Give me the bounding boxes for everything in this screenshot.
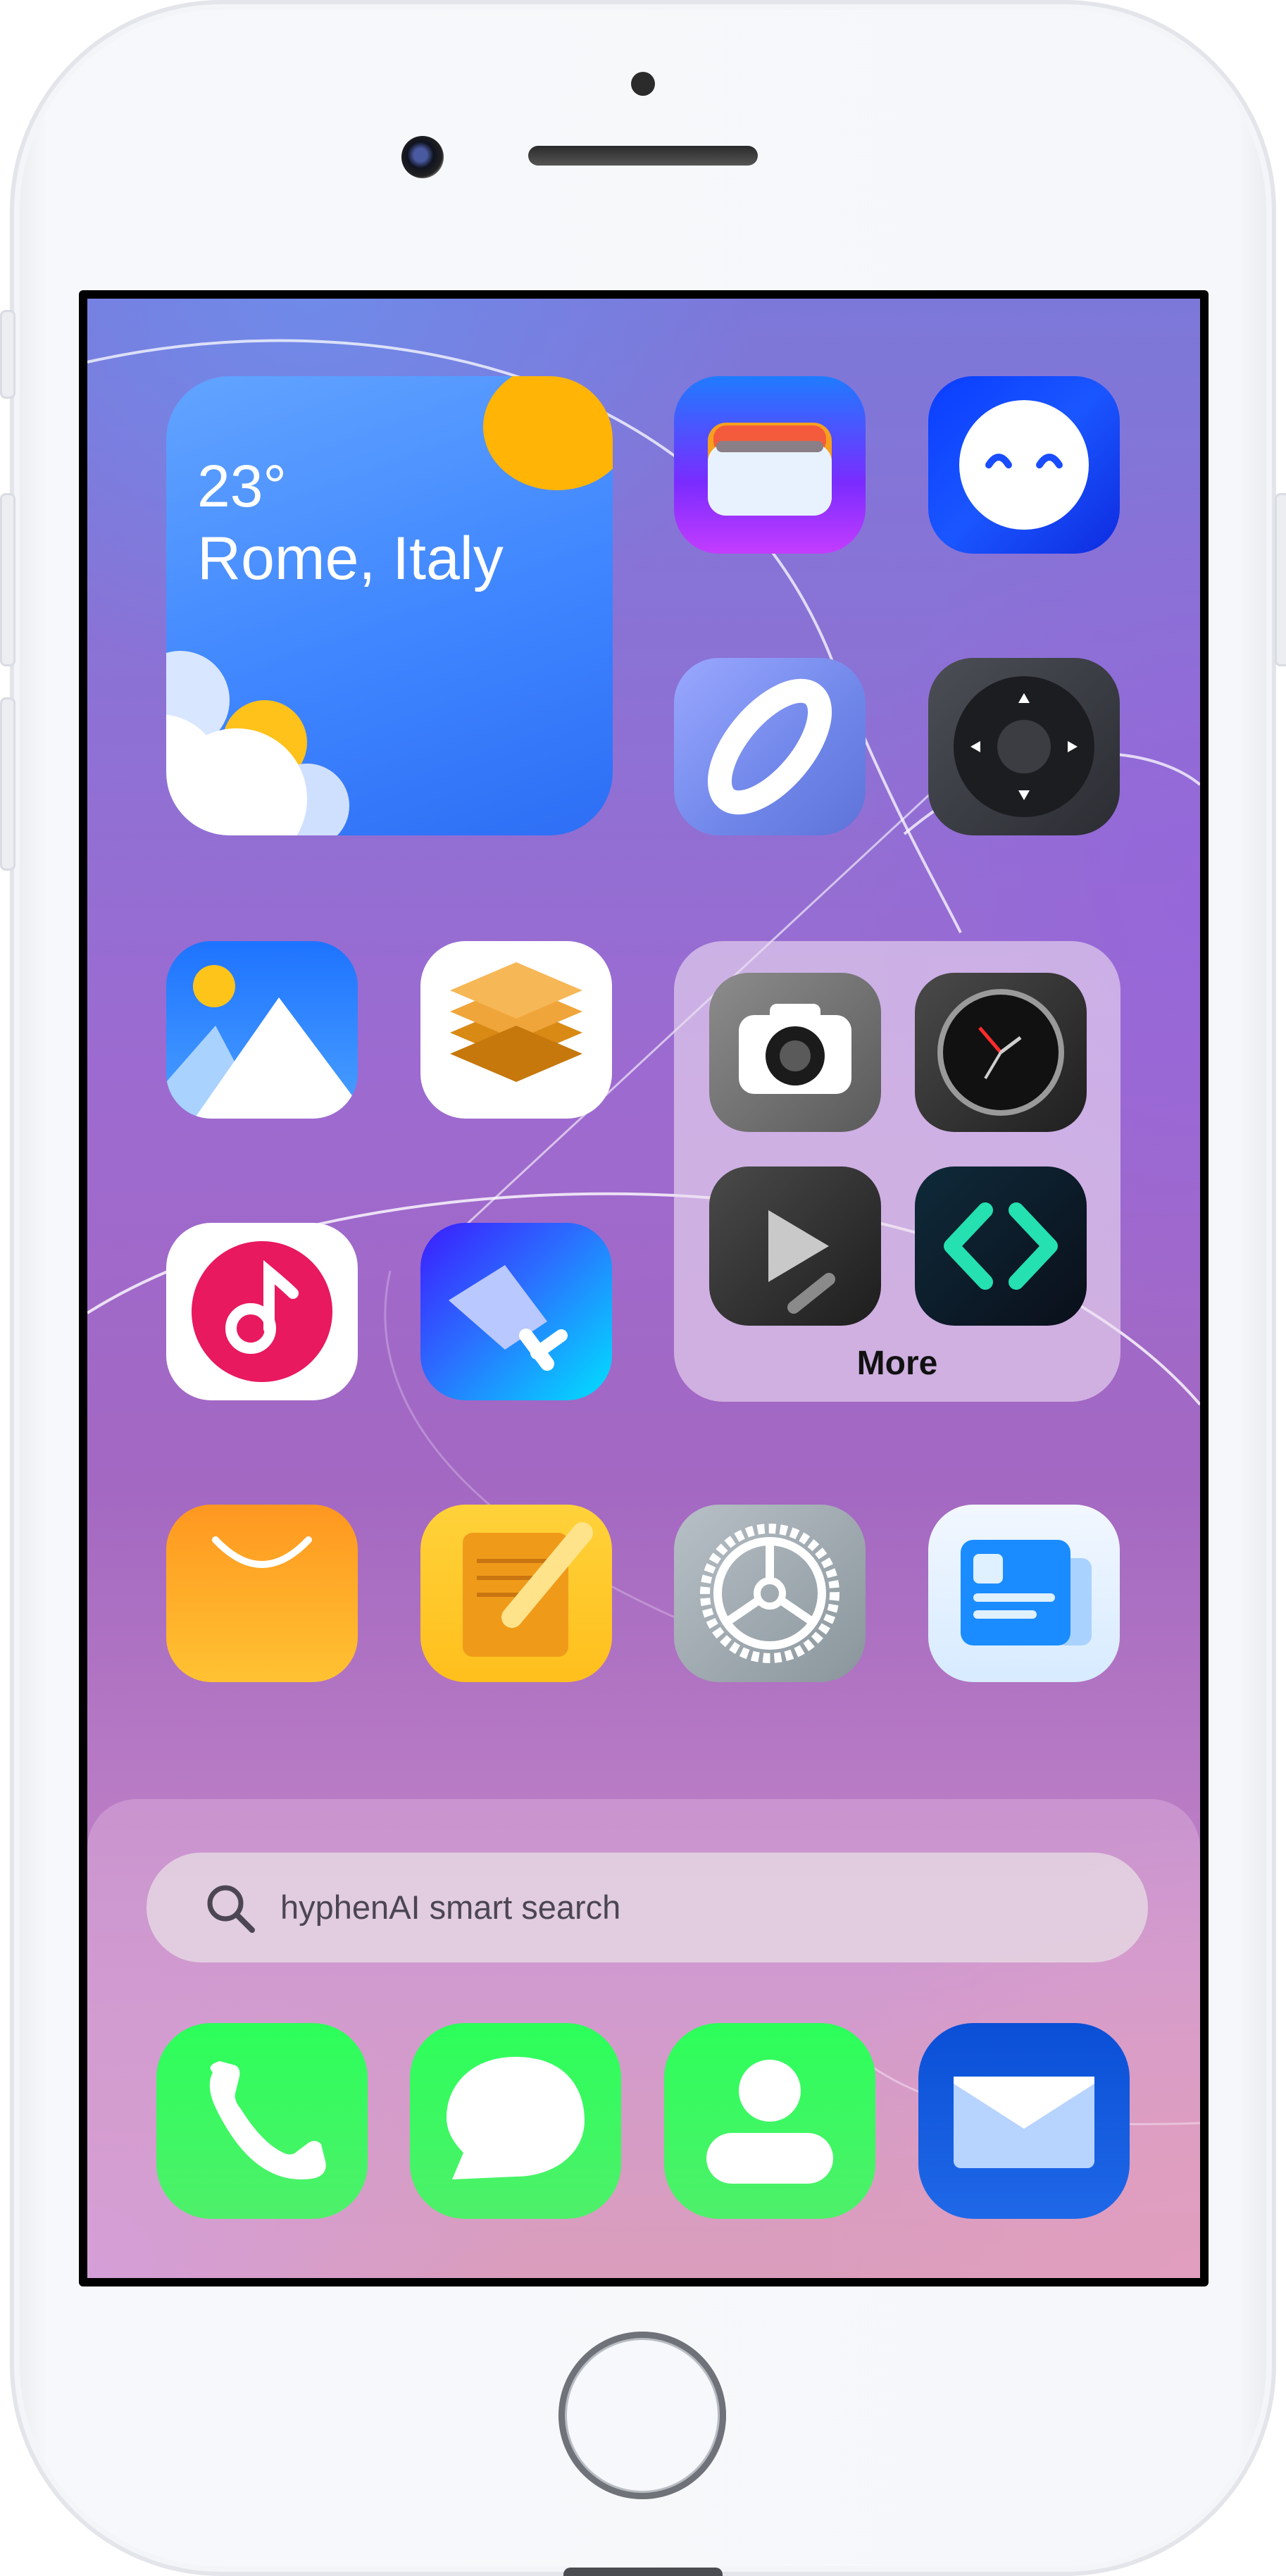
code-icon [944,1202,1058,1290]
remote-app[interactable] [928,658,1120,835]
store-icon [212,1536,312,1568]
search-placeholder: hyphenAI smart search [280,1889,621,1926]
ring-icon [707,678,832,815]
home-button[interactable] [558,2332,726,2499]
folder-label: More [856,1345,938,1382]
news-app[interactable] [928,1505,1120,1682]
code-app[interactable] [915,1166,1087,1326]
layers-icon [450,962,582,1082]
weather-temperature: 23° [197,453,287,519]
contacts-icon [706,2060,833,2184]
phone-icon [209,2061,326,2179]
front-camera [401,136,444,178]
messages-icon [447,2057,585,2179]
settings-icon [700,1524,839,1663]
contacts-app[interactable] [664,2023,875,2219]
photos-app[interactable] [166,941,358,1119]
clock-icon [937,989,1064,1116]
cloud-icon [166,651,349,835]
news-icon [961,1540,1092,1645]
ring-app[interactable] [674,658,866,835]
music-app[interactable] [166,1223,358,1400]
silent-switch[interactable] [0,310,15,399]
sun-icon [483,376,613,490]
proximity-sensor [631,72,655,96]
weather-widget[interactable]: 23° Rome, Italy [166,376,613,835]
wallet-app[interactable] [674,376,866,554]
music-icon [192,1241,332,1382]
video-player-icon [768,1210,835,1314]
search-icon [207,1885,255,1933]
more-folder[interactable]: More [674,941,1120,1402]
weather-location: Rome, Italy [197,525,504,592]
layers-app[interactable] [420,941,612,1119]
photos-icon [166,965,358,1119]
messages-app[interactable] [410,2023,621,2219]
earpiece-speaker [528,146,758,166]
settings-app[interactable] [674,1505,866,1682]
bottom-port [563,2568,723,2576]
notes-app[interactable] [420,1505,612,1682]
cleaner-app[interactable] [420,1223,612,1400]
mail-icon [954,2077,1094,2168]
video-player-app[interactable] [709,1166,881,1326]
store-app[interactable] [166,1505,358,1682]
camera-icon [739,1004,851,1094]
camera-app[interactable] [709,973,881,1132]
phone-app[interactable] [156,2023,368,2219]
smiley-app[interactable] [928,376,1120,554]
wallet-icon [708,423,832,516]
search-bar[interactable]: hyphenAI smart search [146,1853,1148,1962]
remote-dpad-icon [954,676,1094,817]
mail-app[interactable] [918,2023,1130,2219]
volume-down-button[interactable] [0,697,15,871]
clock-app[interactable] [915,973,1087,1132]
cleaner-icon [449,1265,568,1371]
smiley-chat-icon [959,400,1089,530]
notes-icon [463,1522,593,1657]
home-screen: 23° Rome, Italy More hyphenAI smart sear… [87,299,1200,2278]
power-button[interactable] [1275,493,1286,666]
volume-up-button[interactable] [0,493,15,666]
